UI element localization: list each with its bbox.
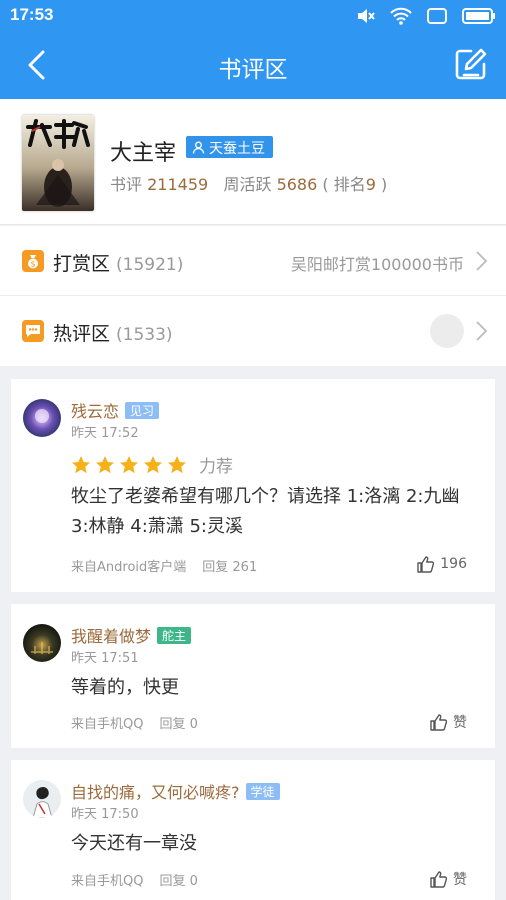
username[interactable]: 我醒着做梦 舵主	[71, 623, 192, 647]
book-cover[interactable]	[22, 115, 94, 211]
username-text: 自找的痛，又何必喊疼?	[71, 783, 240, 802]
post-card[interactable]: 自找的痛，又何必喊疼? 学徒 昨天 17:50 今天还有一章没 来自手机QQ 回复 …	[11, 760, 495, 900]
book-info[interactable]: 大主宰 天蚕土豆 书评 211459 周活跃 5686 ( 排名9 )	[0, 99, 506, 225]
level-badge: 学徒	[245, 783, 280, 800]
post-meta: 来自手机QQ 回复 0	[71, 713, 198, 732]
like-count: 196	[440, 556, 467, 572]
status-bar: 17:53	[0, 0, 506, 32]
user-icon	[192, 141, 205, 154]
like-count: 赞	[453, 872, 467, 888]
review-count: 211459	[147, 175, 209, 194]
thumbs-up-icon	[417, 556, 435, 573]
post-content[interactable]: 牧尘了老婆希望有哪几个？请选择 1:洛漓 2:九幽 3:林静 4:萧潇 5:灵溪	[71, 482, 473, 542]
star-icon	[96, 455, 114, 473]
rank-value: 9	[365, 175, 376, 194]
thumbs-up-icon	[430, 714, 447, 731]
page-title: 书评区	[218, 57, 288, 83]
star-icon	[168, 455, 186, 473]
username-text: 残云恋	[71, 402, 120, 421]
wifi-icon	[390, 7, 412, 25]
post-meta: 来自Android客户端 回复 261	[71, 556, 257, 575]
hot-count: (1533)	[116, 325, 173, 345]
nav-bar: 书评区	[0, 32, 506, 99]
loading-circle	[430, 314, 464, 348]
reward-row[interactable]: $ 打赏区 (15921) 吴阳邮打赏100000书币	[0, 226, 506, 296]
level-badge: 舵主	[157, 627, 192, 644]
star-icon	[144, 455, 162, 473]
post-source: 来自手机QQ	[71, 874, 144, 889]
post-time: 昨天 17:50	[71, 807, 139, 822]
avatar[interactable]	[23, 780, 61, 818]
username[interactable]: 残云恋 见习	[71, 398, 160, 422]
like-count: 赞	[453, 715, 467, 731]
username[interactable]: 自找的痛，又何必喊疼? 学徒	[71, 779, 280, 803]
level-badge: 见习	[125, 402, 160, 419]
post-source: 来自Android客户端	[71, 560, 187, 575]
rating-stars: 力荐	[71, 452, 233, 477]
author-name: 天蚕土豆	[209, 140, 265, 157]
reward-title: 打赏区 (15921)	[53, 249, 183, 276]
star-icon	[120, 455, 138, 473]
post-content[interactable]: 等着的，快更	[71, 673, 473, 703]
svg-text:$: $	[30, 260, 35, 269]
star-icon	[72, 455, 90, 473]
username-text: 我醒着做梦	[71, 627, 152, 646]
money-bag-icon: $	[22, 250, 44, 272]
post-time: 昨天 17:51	[71, 651, 139, 666]
post-card[interactable]: 残云恋 见习 昨天 17:52 力荐 牧尘了老婆希望有哪几个？请选择 1:洛漓 2…	[11, 379, 495, 592]
rating-label: 力荐	[199, 457, 233, 477]
reply-count[interactable]: 回复 0	[159, 874, 197, 889]
post-content[interactable]: 今天还有一章没	[71, 829, 473, 859]
hot-row[interactable]: 热评区 (1533)	[0, 296, 506, 366]
reward-latest: 吴阳邮打赏100000书币	[290, 255, 464, 274]
chat-icon	[22, 320, 44, 342]
post-meta: 来自手机QQ 回复 0	[71, 870, 198, 889]
reward-label: 打赏区	[53, 253, 111, 275]
author-badge[interactable]: 天蚕土豆	[186, 136, 273, 158]
like-button[interactable]: 196	[416, 555, 467, 573]
chevron-right-icon	[476, 321, 488, 341]
thumbs-up-icon	[430, 871, 447, 888]
battery-icon	[462, 8, 495, 24]
book-title: 大主宰	[110, 141, 177, 166]
reply-count[interactable]: 回复 261	[202, 560, 257, 575]
book-stats: 书评 211459 周活跃 5686 ( 排名9 )	[110, 171, 387, 195]
status-time: 17:53	[10, 5, 54, 24]
mute-icon	[358, 9, 375, 23]
rank-prefix: ( 排名	[322, 175, 366, 194]
status-icons	[356, 6, 496, 26]
hot-label: 热评区	[53, 323, 111, 345]
hot-title: 热评区 (1533)	[53, 319, 173, 346]
post-card[interactable]: 我醒着做梦 舵主 昨天 17:51 等着的，快更 来自手机QQ 回复 0 赞	[11, 604, 495, 748]
like-button[interactable]: 赞	[429, 712, 467, 732]
reward-count: (15921)	[116, 255, 184, 275]
reply-count[interactable]: 回复 0	[159, 717, 197, 732]
avatar[interactable]	[23, 624, 61, 662]
post-source: 来自手机QQ	[71, 717, 144, 732]
active-count: 5686	[276, 175, 318, 194]
screen-icon	[427, 8, 447, 24]
like-button[interactable]: 赞	[429, 869, 467, 889]
post-time: 昨天 17:52	[71, 426, 139, 441]
active-label: 周活跃	[223, 175, 272, 194]
review-label: 书评	[110, 175, 143, 194]
edit-icon[interactable]	[454, 47, 488, 81]
chevron-right-icon	[476, 251, 488, 271]
rank-suffix: )	[375, 175, 388, 194]
avatar[interactable]	[23, 399, 61, 437]
